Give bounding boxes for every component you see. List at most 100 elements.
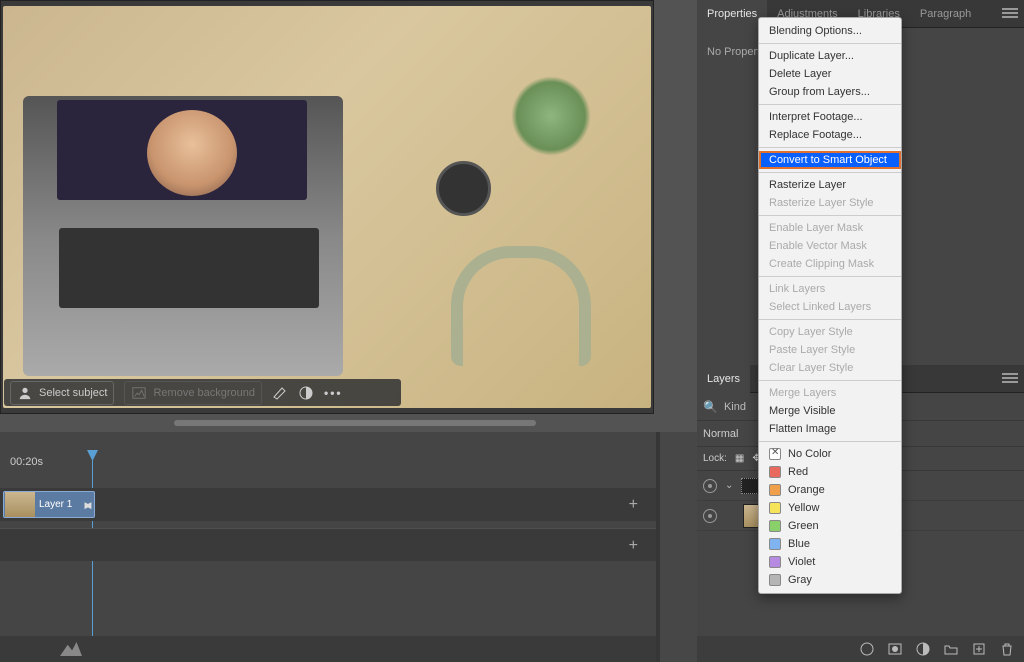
chevron-down-icon[interactable]: ⌄ (725, 480, 733, 491)
menu-item-delete-layer[interactable]: Delete Layer (759, 65, 901, 83)
menu-item-blending-options[interactable]: Blending Options... (759, 22, 901, 40)
headphones-illustration (451, 246, 591, 366)
color-label-blue[interactable]: Blue (759, 535, 901, 553)
menu-item-rasterize-layer-style: Rasterize Layer Style (759, 194, 901, 212)
laptop-keyboard (59, 228, 319, 308)
menu-separator (759, 147, 901, 148)
folder-icon[interactable] (944, 642, 958, 656)
remove-background-label: Remove background (153, 387, 255, 399)
menu-separator (759, 319, 901, 320)
menu-item-merge-visible[interactable]: Merge Visible (759, 402, 901, 420)
layer-context-menu: Blending Options... Duplicate Layer...Del… (758, 17, 902, 594)
menu-item-clear-layer-style: Clear Layer Style (759, 359, 901, 377)
adjustment-icon[interactable] (298, 385, 314, 401)
clip-layer1[interactable]: ◀ Layer 1 ▶ (3, 491, 95, 518)
color-label-orange[interactable]: Orange (759, 481, 901, 499)
color-label-text: Gray (788, 574, 812, 586)
menu-item-create-clipping-mask: Create Clipping Mask (759, 255, 901, 273)
menu-item-link-layers: Link Layers (759, 280, 901, 298)
panel-menu-button-layers[interactable] (1002, 373, 1018, 383)
zoom-mountain-icon[interactable] (60, 642, 82, 656)
plant-illustration (511, 76, 591, 156)
clip-label: Layer 1 (39, 499, 72, 510)
menu-item-enable-vector-mask: Enable Vector Mask (759, 237, 901, 255)
contextual-task-bar: Select subject Remove background ••• (4, 379, 401, 406)
select-subject-button[interactable]: Select subject (10, 381, 114, 405)
menu-separator (759, 104, 901, 105)
lock-label: Lock: (703, 453, 727, 464)
color-label-no-color[interactable]: No Color (759, 445, 901, 463)
tab-paragraph[interactable]: Paragraph (910, 0, 981, 28)
menu-separator (759, 441, 901, 442)
clip-thumbnail (5, 492, 35, 517)
menu-item-interpret-footage[interactable]: Interpret Footage... (759, 108, 901, 126)
swatch-icon (769, 484, 781, 496)
visibility-toggle-icon-2[interactable] (703, 509, 717, 523)
menu-item-select-linked-layers: Select Linked Layers (759, 298, 901, 316)
color-label-red[interactable]: Red (759, 463, 901, 481)
menu-item-rasterize-layer[interactable]: Rasterize Layer (759, 176, 901, 194)
cup-illustration (436, 161, 491, 216)
tab-properties[interactable]: Properties (697, 0, 767, 28)
laptop-screen (57, 100, 307, 200)
video-group-icon (741, 478, 759, 494)
color-label-text: No Color (788, 448, 831, 460)
blend-mode-select[interactable]: Normal (703, 428, 738, 440)
swatch-icon (769, 502, 781, 514)
menu-item-duplicate-layer[interactable]: Duplicate Layer... (759, 47, 901, 65)
layers-footer (697, 636, 1024, 662)
person-icon (17, 385, 33, 401)
timeline-sidebar (660, 432, 697, 662)
color-label-text: Blue (788, 538, 810, 550)
scrollbar-thumb[interactable] (174, 420, 536, 426)
video-track-2[interactable]: + (0, 528, 656, 561)
menu-item-copy-layer-style: Copy Layer Style (759, 323, 901, 341)
color-label-violet[interactable]: Violet (759, 553, 901, 571)
filter-kind-label[interactable]: Kind (724, 401, 746, 413)
swatch-icon (769, 520, 781, 532)
fx-icon[interactable] (860, 642, 874, 656)
color-label-text: Yellow (788, 502, 819, 514)
panel-menu-button[interactable] (1002, 8, 1018, 18)
color-label-text: Orange (788, 484, 825, 496)
more-options-button[interactable]: ••• (324, 386, 343, 400)
transform-icon[interactable] (272, 385, 288, 401)
menu-item-convert-to-smart-object[interactable]: Convert to Smart Object (759, 151, 901, 169)
new-layer-icon[interactable] (972, 642, 986, 656)
lock-pixels-icon[interactable]: ▦ (735, 453, 744, 464)
menu-item-group-from-layers[interactable]: Group from Layers... (759, 83, 901, 101)
tab-layers[interactable]: Layers (697, 365, 750, 393)
clip-trim-right-icon[interactable]: ▶ (84, 496, 92, 514)
remove-background-button[interactable]: Remove background (124, 381, 262, 405)
horizontal-scrollbar[interactable] (0, 414, 697, 432)
select-subject-label: Select subject (39, 387, 107, 399)
canvas-area[interactable] (0, 0, 654, 414)
mask-icon[interactable] (888, 642, 902, 656)
image-icon (131, 385, 147, 401)
color-label-green[interactable]: Green (759, 517, 901, 535)
visibility-toggle-icon[interactable] (703, 479, 717, 493)
adjustment-layer-icon[interactable] (916, 642, 930, 656)
add-media-button-2[interactable]: + (629, 537, 638, 555)
laptop-illustration (23, 96, 343, 376)
color-label-gray[interactable]: Gray (759, 571, 901, 589)
timeline-footer (0, 636, 656, 662)
menu-item-merge-layers: Merge Layers (759, 384, 901, 402)
add-media-button[interactable]: + (629, 496, 638, 514)
swatch-icon (769, 556, 781, 568)
timeline-ruler[interactable]: 00:20s (0, 432, 656, 488)
color-label-text: Red (788, 466, 808, 478)
swatch-icon (769, 538, 781, 550)
color-label-text: Violet (788, 556, 815, 568)
trash-icon[interactable] (1000, 642, 1014, 656)
color-label-yellow[interactable]: Yellow (759, 499, 901, 517)
time-indicator: 00:20s (10, 456, 43, 468)
menu-item-flatten-image[interactable]: Flatten Image (759, 420, 901, 438)
menu-separator (759, 43, 901, 44)
menu-item-enable-layer-mask: Enable Layer Mask (759, 219, 901, 237)
color-label-text: Green (788, 520, 819, 532)
menu-item-replace-footage[interactable]: Replace Footage... (759, 126, 901, 144)
portrait-face (147, 110, 237, 196)
search-icon[interactable]: 🔍 (703, 400, 718, 414)
video-track-1[interactable]: ◀ Layer 1 ▶ + (0, 488, 656, 521)
